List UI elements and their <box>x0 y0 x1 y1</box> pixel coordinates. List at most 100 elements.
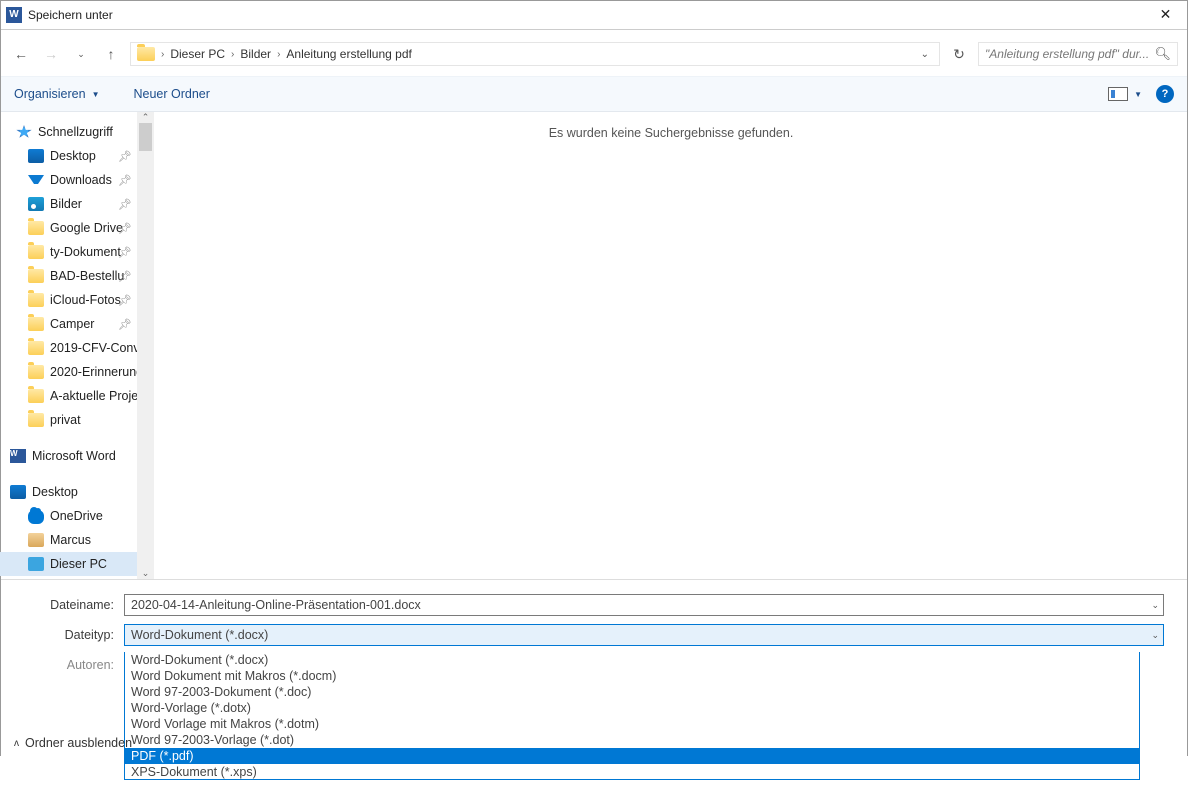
nav-forward-button[interactable]: → <box>40 43 62 65</box>
tree-node-label: OneDrive <box>50 509 103 523</box>
close-button[interactable]: ✕ <box>1143 0 1188 29</box>
filetype-option[interactable]: Word-Dokument (*.docx) <box>125 652 1139 668</box>
tree-item-desktop[interactable]: Desktop 📌︎ <box>0 144 154 168</box>
organize-label: Organisieren <box>14 87 86 101</box>
pin-icon: 📌︎ <box>118 222 132 235</box>
tree-item-2019-cfv-conve[interactable]: 2019-CFV-Conve <box>0 336 154 360</box>
nav-recent-dropdown[interactable]: ⌄ <box>70 43 92 65</box>
folder-icon <box>28 269 44 283</box>
filetype-option[interactable]: Word Vorlage mit Makros (*.dotm) <box>125 716 1139 732</box>
body-split: Schnellzugriff Desktop 📌︎ Downloads📌︎Bilder… <box>0 112 1188 580</box>
tree-node-label: Desktop <box>50 149 96 163</box>
refresh-button[interactable]: ↻ <box>948 43 970 65</box>
breadcrumb-segment[interactable]: Anleitung erstellung pdf <box>286 47 411 61</box>
folder-icon <box>28 317 44 331</box>
breadcrumb-dropdown-icon[interactable]: ⌄ <box>921 49 929 60</box>
toolbar: Organisieren ▼ Neuer Ordner ▼ ? <box>0 76 1188 112</box>
tree-node-label: Dieser PC <box>50 557 107 571</box>
tree-item-bad-bestellu[interactable]: BAD-Bestellu📌︎ <box>0 264 154 288</box>
breadcrumb-segment[interactable]: Bilder <box>240 47 271 61</box>
tree-node-label: iCloud-Fotos <box>50 293 121 307</box>
folder-icon <box>28 341 44 355</box>
tree-item-ty-dokument[interactable]: ty-Dokument📌︎ <box>0 240 154 264</box>
breadcrumb-segment[interactable]: Dieser PC <box>170 47 225 61</box>
search-icon: 🔍︎ <box>1154 46 1171 62</box>
filetype-option[interactable]: XPS-Dokument (*.xps) <box>125 764 1139 779</box>
filetype-option[interactable]: Word-Vorlage (*.dotx) <box>125 700 1139 716</box>
tree-group-quickaccess[interactable]: Schnellzugriff <box>0 120 154 144</box>
view-layout-button[interactable]: ▼ <box>1108 87 1142 101</box>
filetype-option[interactable]: Word 97-2003-Dokument (*.doc) <box>125 684 1139 700</box>
filename-label: Dateiname: <box>24 598 124 612</box>
filename-value: 2020-04-14-Anleitung-Online-Präsentation… <box>131 598 421 612</box>
file-list-area: Es wurden keine Suchergebnisse gefunden. <box>154 112 1188 579</box>
filetype-value: Word-Dokument (*.docx) <box>131 628 268 642</box>
nav-up-button[interactable]: ↑ <box>100 43 122 65</box>
tree-node-label: privat <box>50 413 81 427</box>
breadcrumb-sep-icon: › <box>277 49 280 60</box>
tree-item-camper[interactable]: Camper📌︎ <box>0 312 154 336</box>
breadcrumb-sep-icon: › <box>161 49 164 60</box>
scroll-thumb[interactable] <box>139 123 152 151</box>
folder-icon <box>28 245 44 259</box>
tree-node-label: Desktop <box>32 485 78 499</box>
tree-node-label: ty-Dokument <box>50 245 121 259</box>
tree-item-2020-erinnerung[interactable]: 2020-Erinnerung <box>0 360 154 384</box>
word-icon: W <box>10 449 26 463</box>
help-button[interactable]: ? <box>1156 85 1174 103</box>
cloud-icon <box>28 510 44 524</box>
hide-folders-toggle[interactable]: ʌ Ordner ausblenden <box>14 736 132 750</box>
dropdown-caret-icon[interactable]: ⌄ <box>1151 630 1159 641</box>
filetype-select[interactable]: Word-Dokument (*.docx) ⌄ <box>124 624 1164 646</box>
scroll-down-icon[interactable]: ⌄ <box>142 568 150 579</box>
filetype-label: Dateityp: <box>24 628 124 642</box>
tree-node-label: Marcus <box>50 533 91 547</box>
scroll-up-icon[interactable]: ⌃ <box>142 112 150 123</box>
tree-node-label: Microsoft Word <box>32 449 116 463</box>
filetype-option[interactable]: Word 97-2003-Vorlage (*.dot) <box>125 732 1139 748</box>
tree-node-label: BAD-Bestellu <box>50 269 124 283</box>
organize-menu[interactable]: Organisieren ▼ <box>14 87 100 101</box>
chevron-up-icon: ʌ <box>14 738 19 749</box>
star-icon <box>16 125 32 139</box>
folder-icon <box>28 221 44 235</box>
folder-icon <box>28 293 44 307</box>
nav-tree: Schnellzugriff Desktop 📌︎ Downloads📌︎Bilder… <box>0 112 154 579</box>
breadcrumb-bar[interactable]: › Dieser PC › Bilder › Anleitung erstell… <box>130 42 940 66</box>
filetype-option[interactable]: Word Dokument mit Makros (*.docm) <box>125 668 1139 684</box>
tree-item-downloads[interactable]: Downloads📌︎ <box>0 168 154 192</box>
filetype-option[interactable]: PDF (*.pdf) <box>125 748 1139 764</box>
user-icon <box>28 533 44 547</box>
tree-item-icloud-fotos[interactable]: iCloud-Fotos📌︎ <box>0 288 154 312</box>
tree-item-bilder[interactable]: Bilder📌︎ <box>0 192 154 216</box>
search-input[interactable]: "Anleitung erstellung pdf" dur... 🔍︎ <box>978 42 1178 66</box>
filetype-dropdown-list[interactable]: Word-Dokument (*.docx)Word Dokument mit … <box>124 652 1140 780</box>
word-app-icon: W <box>6 7 22 23</box>
folder-icon <box>28 365 44 379</box>
window-title: Speichern unter <box>28 8 1143 22</box>
dropdown-caret-icon[interactable]: ⌄ <box>1151 600 1159 611</box>
tree-item-onedrive[interactable]: OneDrive <box>0 504 154 528</box>
tree-item-dieser-pc[interactable]: Dieser PC <box>0 552 154 576</box>
tree-item-a-aktuelle-projek[interactable]: A-aktuelle Projek <box>0 384 154 408</box>
desk-icon <box>10 485 26 499</box>
filename-input[interactable]: 2020-04-14-Anleitung-Online-Präsentation… <box>124 594 1164 616</box>
search-placeholder: "Anleitung erstellung pdf" dur... <box>985 47 1150 61</box>
pic-icon <box>28 197 44 211</box>
tree-group-desktop[interactable]: Desktop <box>0 480 154 504</box>
pin-icon: 📌︎ <box>118 198 132 211</box>
tree-group-msword[interactable]: W Microsoft Word <box>0 444 154 468</box>
folder-icon <box>137 47 155 61</box>
tree-node-label: Schnellzugriff <box>38 125 113 139</box>
new-folder-button[interactable]: Neuer Ordner <box>134 87 210 101</box>
breadcrumb-sep-icon: › <box>231 49 234 60</box>
nav-back-button[interactable]: ← <box>10 43 32 65</box>
empty-results-text: Es wurden keine Suchergebnisse gefunden. <box>154 126 1188 140</box>
tree-scrollbar[interactable]: ⌃ ⌄ <box>137 112 154 579</box>
pin-icon: 📌︎ <box>118 150 132 163</box>
tree-item-marcus[interactable]: Marcus <box>0 528 154 552</box>
authors-label: Autoren: <box>24 658 124 672</box>
tree-item-google-drive[interactable]: Google Drive📌︎ <box>0 216 154 240</box>
dropdown-caret-icon: ▼ <box>1134 90 1142 99</box>
tree-item-privat[interactable]: privat <box>0 408 154 432</box>
